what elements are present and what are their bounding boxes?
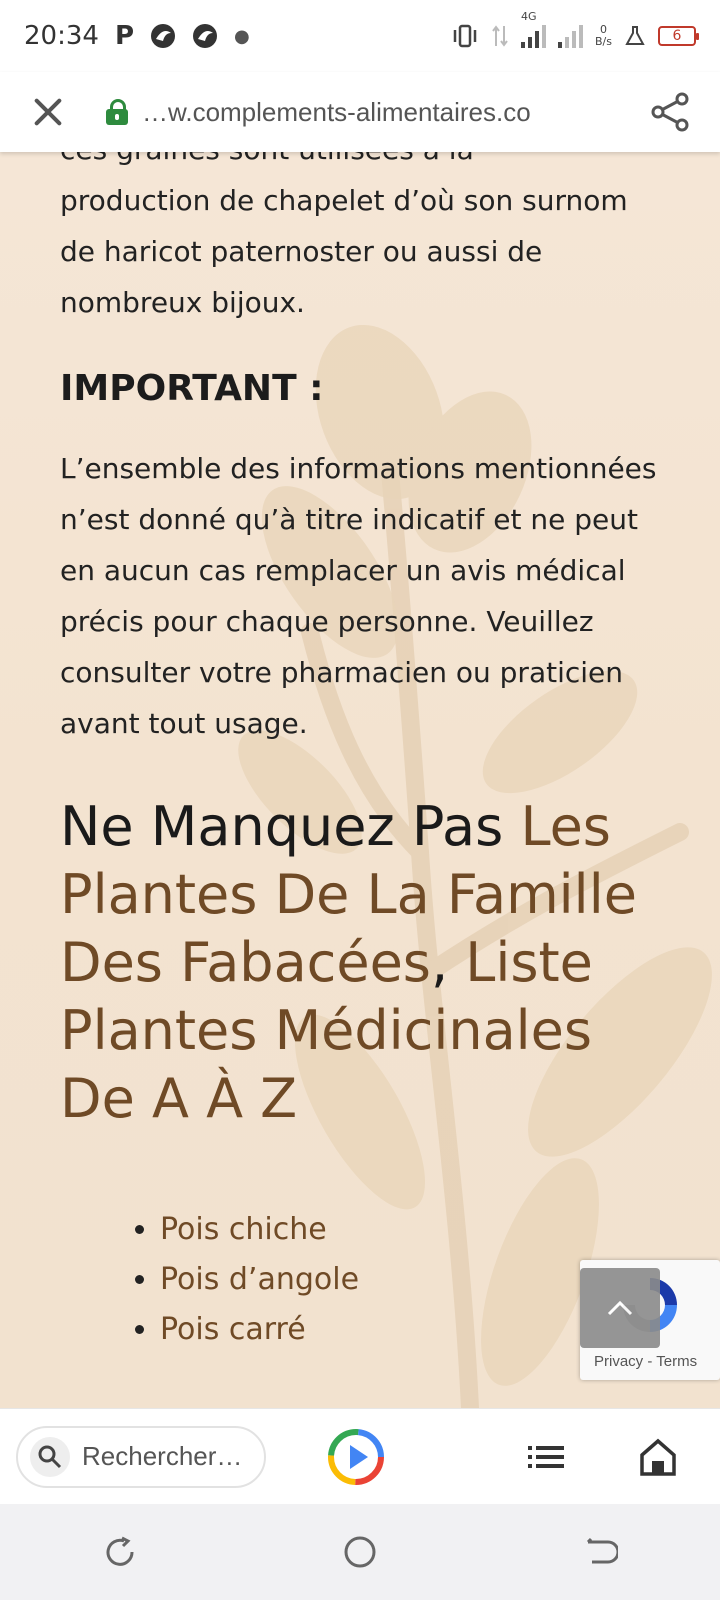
home-button-icon[interactable] — [342, 1534, 378, 1570]
recent-apps-icon[interactable] — [102, 1534, 138, 1570]
share-icon[interactable] — [648, 90, 692, 134]
more-notifications-dot-icon: ● — [234, 25, 250, 47]
net-speed: 0 B/s — [595, 24, 612, 48]
network-type-label: 4G — [521, 10, 537, 23]
signal-strength-icon — [521, 24, 547, 48]
related-heading-prefix: Ne Manquez Pas — [60, 795, 521, 858]
scroll-to-top-button[interactable] — [580, 1268, 660, 1348]
article-body: ces graines sont utilisées à la producti… — [60, 152, 660, 1355]
related-heading-separator: , — [430, 931, 466, 994]
battery-level: 6 — [672, 28, 682, 44]
search-bar[interactable]: Rechercher… — [16, 1425, 266, 1488]
search-icon — [30, 1436, 70, 1477]
vibrate-icon — [453, 24, 477, 48]
article-paragraph-partial: ces graines sont utilisées à la — [60, 152, 660, 175]
browser-url-bar: …w.complements-alimentaires.co — [0, 72, 720, 152]
list-menu-icon[interactable] — [526, 1437, 566, 1477]
recaptcha-terms-link[interactable]: Terms — [656, 1353, 697, 1370]
status-bar: 20:34 P ● 4G 0 B/s 6 — [0, 0, 720, 72]
close-icon[interactable] — [28, 92, 68, 132]
status-time: 20:34 — [24, 21, 99, 51]
home-icon[interactable] — [638, 1437, 678, 1477]
important-heading: IMPORTANT : — [60, 368, 324, 409]
page-content[interactable]: ces graines sont utilisées à la producti… — [0, 152, 720, 1408]
bottom-toolbar: Rechercher… — [0, 1408, 720, 1504]
important-disclaimer: L’ensemble des informations mentionnées … — [60, 452, 657, 740]
battery-icon: 6 — [658, 26, 699, 46]
lock-icon[interactable] — [106, 99, 128, 125]
net-speed-unit: B/s — [595, 35, 612, 48]
notification-icons: P ● — [115, 21, 250, 51]
bird-app-icon — [151, 24, 175, 48]
related-plants-list: Pois chiche Pois d’angole Pois carré — [60, 1205, 660, 1355]
signal-strength-icon-2 — [558, 24, 584, 48]
lens-play-icon[interactable] — [326, 1427, 386, 1487]
bird-app-icon-2 — [193, 24, 217, 48]
recaptcha-links: Privacy - Terms — [594, 1353, 697, 1370]
url-text[interactable]: …w.complements-alimentaires.co — [142, 97, 628, 128]
recaptcha-separator: - — [643, 1353, 657, 1370]
parking-app-icon: P — [114, 21, 134, 51]
list-item[interactable]: Pois chiche — [160, 1205, 660, 1255]
related-heading: Ne Manquez Pas Les Plantes De La Famille… — [60, 793, 660, 1133]
back-icon[interactable] — [582, 1534, 618, 1570]
recaptcha-privacy-link[interactable]: Privacy — [594, 1353, 643, 1370]
flask-icon — [625, 26, 645, 45]
system-navigation-bar — [0, 1504, 720, 1600]
system-status-icons: 4G 0 B/s 6 — [451, 10, 699, 48]
data-transfer-icon — [492, 25, 508, 47]
article-paragraph: production de chapelet d’où son surnom d… — [60, 184, 628, 319]
chevron-up-icon — [607, 1300, 633, 1316]
search-placeholder: Rechercher… — [82, 1441, 243, 1471]
